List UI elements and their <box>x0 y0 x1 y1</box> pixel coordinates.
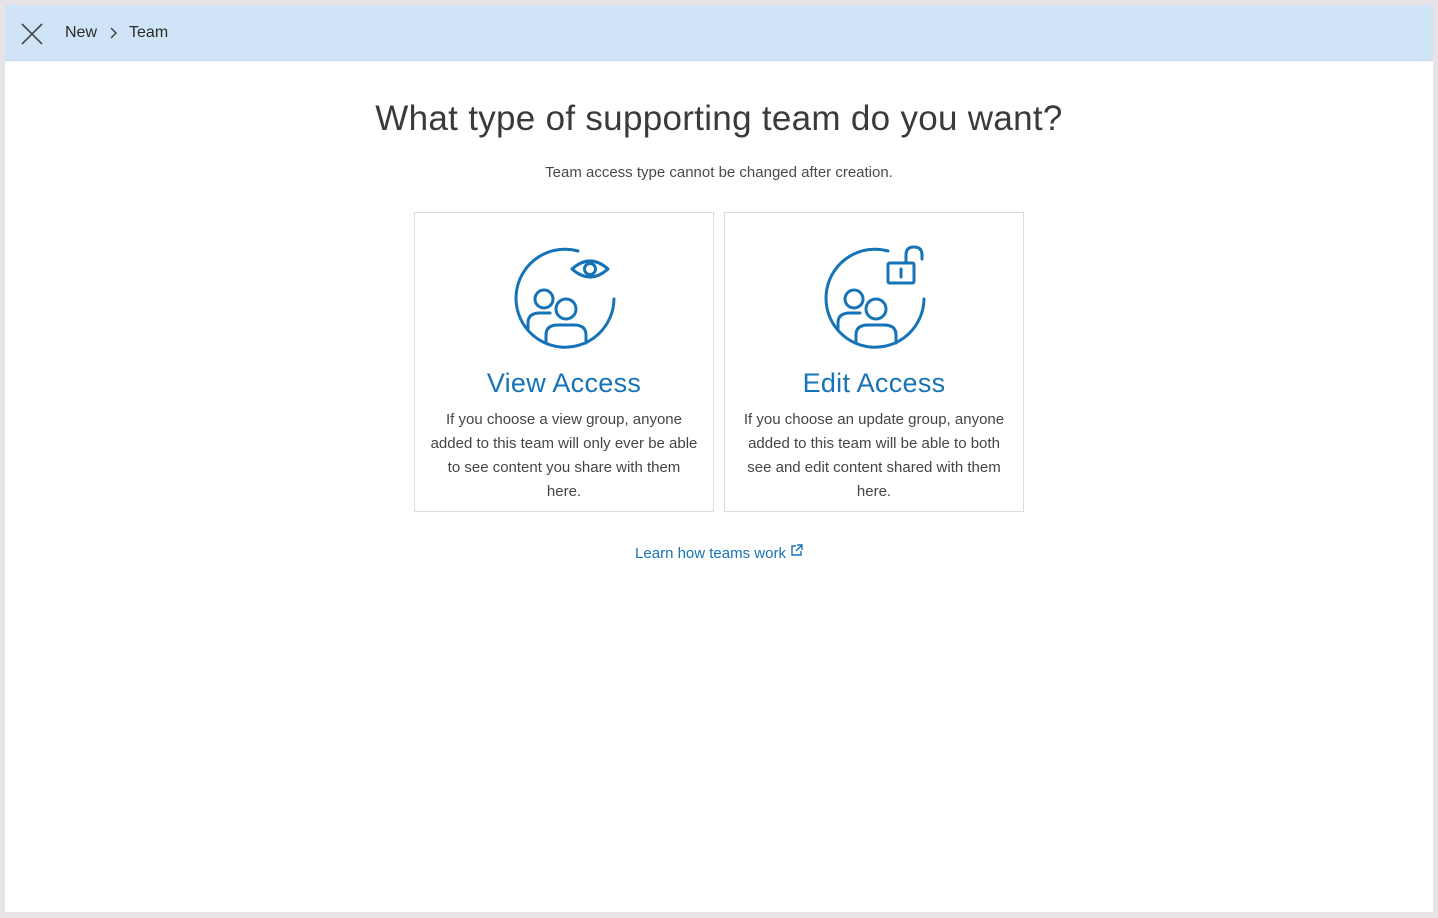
page-subtitle: Team access type cannot be changed after… <box>545 164 893 181</box>
close-icon <box>21 23 43 45</box>
team-view-icon <box>514 247 616 349</box>
close-button[interactable] <box>17 19 47 49</box>
breadcrumb: New Team <box>65 22 168 44</box>
dialog-window: New Team What type of supporting team do… <box>5 5 1433 912</box>
learn-link-container: Learn how teams work <box>5 544 1433 562</box>
top-bar: New Team <box>5 5 1433 61</box>
page-title: What type of supporting team do you want… <box>375 99 1063 138</box>
external-link-icon <box>791 544 803 556</box>
edit-access-card[interactable]: Edit Access If you choose an update grou… <box>724 212 1024 512</box>
learn-link-label: Learn how teams work <box>635 545 786 562</box>
chevron-right-icon <box>110 27 118 39</box>
view-access-title: View Access <box>486 368 642 398</box>
team-edit-icon <box>824 245 926 349</box>
learn-how-teams-work-link[interactable]: Learn how teams work <box>635 544 803 562</box>
view-access-description: If you choose a view group, anyone added… <box>430 411 698 500</box>
view-access-card[interactable]: View Access If you choose a view group, … <box>414 212 714 512</box>
breadcrumb-item-new[interactable]: New <box>65 24 97 42</box>
breadcrumb-item-team: Team <box>129 24 169 41</box>
edit-access-title: Edit Access <box>802 368 946 398</box>
edit-access-description: If you choose an update group, anyone ad… <box>743 411 1005 500</box>
